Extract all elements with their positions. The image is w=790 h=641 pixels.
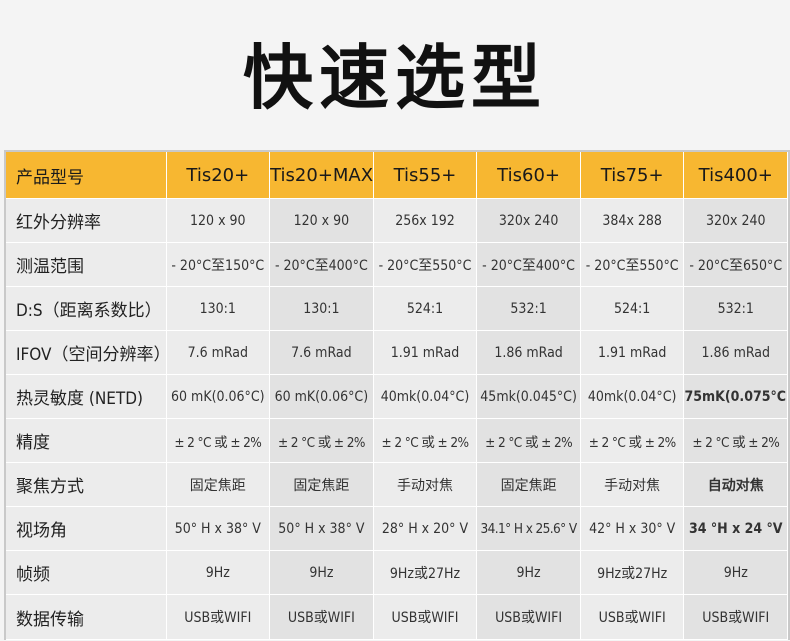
table-row: 红外分辨率 120 x 90 120 x 90 256x 192 320x 240 384…: [6, 198, 789, 243]
table-row: 帧频 9Hz 9Hz 9Hz或27Hz 9Hz 9Hz或27Hz 9Hz: [6, 550, 789, 595]
model-header-cell: Tis20+: [166, 152, 271, 199]
spec-value-cell: - 20°C至400°C: [269, 242, 374, 287]
page-title: 快速选型: [243, 37, 547, 119]
spec-value-cell: 320x 240: [683, 198, 789, 243]
spec-value-cell: 60 mK(0.06°C): [166, 374, 271, 419]
spec-value-cell: 1.86 mRad: [683, 330, 789, 375]
spec-value-cell: 7.6 mRad: [269, 330, 374, 375]
spec-value-cell: 130:1: [166, 286, 271, 331]
spec-value-cell: 532:1: [476, 286, 581, 331]
row-label-cell: IFOV（空间分辨率）: [6, 330, 167, 375]
row-label-cell: 帧频: [6, 550, 167, 595]
spec-value-cell: - 20°C至650°C: [683, 242, 789, 287]
table-header-row: 产品型号 Tis20+ Tis20+MAX Tis55+ Tis60+ Tis7…: [6, 152, 789, 199]
spec-value-cell: 524:1: [373, 286, 478, 331]
spec-value-cell: ± 2 °C 或 ± 2%: [683, 418, 789, 463]
spec-value-cell: 1.86 mRad: [476, 330, 581, 375]
spec-value-cell: 75mK(0.075°C): [683, 374, 789, 419]
spec-value-cell: - 20°C至550°C: [580, 242, 685, 287]
table-body: 红外分辨率 120 x 90 120 x 90 256x 192 320x 240 384…: [6, 198, 789, 640]
row-label-cell: 数据传输: [6, 594, 167, 640]
spec-value-cell: - 20°C至150°C: [166, 242, 271, 287]
spec-value-cell: 42° H x 30° V: [580, 506, 685, 551]
spec-value-cell: 7.6 mRad: [166, 330, 271, 375]
spec-value-cell: ± 2 °C 或 ± 2%: [373, 418, 478, 463]
model-header-cell: Tis60+: [476, 152, 581, 199]
table-row: 精度 ± 2 °C 或 ± 2% ± 2 °C 或 ± 2% ± 2 °C 或 ± 2…: [6, 418, 789, 463]
spec-value-cell: ± 2 °C 或 ± 2%: [476, 418, 581, 463]
spec-value-cell: 9Hz: [476, 550, 581, 595]
spec-value-cell: USB或WIFI: [373, 594, 478, 640]
spec-value-cell: ± 2 °C 或 ± 2%: [269, 418, 374, 463]
spec-value-cell: 524:1: [580, 286, 685, 331]
spec-value-cell: 50° H x 38° V: [166, 506, 271, 551]
spec-value-cell: 34.1° H x 25.6° V: [476, 506, 581, 551]
spec-value-cell: 60 mK(0.06°C): [269, 374, 374, 419]
model-selection-table-container: 产品型号 Tis20+ Tis20+MAX Tis55+ Tis60+ Tis7…: [4, 150, 790, 640]
spec-value-cell: 固定焦距: [476, 462, 581, 507]
spec-value-cell: 手动对焦: [373, 462, 478, 507]
model-header-cell: Tis55+: [373, 152, 478, 199]
table-row: 热灵敏度 (NETD) 60 mK(0.06°C) 60 mK(0.06°C) 40m…: [6, 374, 789, 419]
spec-value-cell: 1.91 mRad: [580, 330, 685, 375]
spec-value-cell: USB或WIFI: [166, 594, 271, 640]
spec-value-cell: 40mk(0.04°C): [373, 374, 478, 419]
row-label-cell: 聚焦方式: [6, 462, 167, 507]
spec-value-cell: 9Hz: [166, 550, 271, 595]
row-label-cell: 视场角: [6, 506, 167, 551]
row-label-cell: 红外分辨率: [6, 198, 167, 243]
spec-value-cell: 130:1: [269, 286, 374, 331]
spec-value-cell: 40mk(0.04°C): [580, 374, 685, 419]
row-label-cell: 精度: [6, 418, 167, 463]
model-header-cell: Tis75+: [580, 152, 685, 199]
spec-value-cell: - 20°C至400°C: [476, 242, 581, 287]
row-label-cell: 热灵敏度 (NETD): [6, 374, 167, 419]
spec-value-cell: 34 °H x 24 °V: [683, 506, 789, 551]
spec-value-cell: 384x 288: [580, 198, 685, 243]
row-label-cell: 测温范围: [6, 242, 167, 287]
spec-value-cell: USB或WIFI: [580, 594, 685, 640]
model-header-cell: Tis20+MAX: [269, 152, 374, 199]
spec-value-cell: - 20°C至550°C: [373, 242, 478, 287]
spec-value-cell: 固定焦距: [269, 462, 374, 507]
model-selection-table: 产品型号 Tis20+ Tis20+MAX Tis55+ Tis60+ Tis7…: [6, 152, 789, 640]
spec-value-cell: USB或WIFI: [269, 594, 374, 640]
table-row: IFOV（空间分辨率） 7.6 mRad 7.6 mRad 1.91 mRad 1.86…: [6, 330, 789, 375]
table-row: 测温范围 - 20°C至150°C - 20°C至400°C - 20°C至550°C…: [6, 242, 789, 287]
model-header-cell: Tis400+: [683, 152, 789, 199]
table-row: D:S（距离系数比） 130:1 130:1 524:1 532:1 524:1 532:1: [6, 286, 789, 331]
spec-value-cell: ± 2 °C 或 ± 2%: [166, 418, 271, 463]
spec-value-cell: 9Hz或27Hz: [373, 550, 478, 595]
spec-value-cell: 9Hz: [269, 550, 374, 595]
spec-value-cell: USB或WIFI: [476, 594, 581, 640]
spec-value-cell: 256x 192: [373, 198, 478, 243]
spec-value-cell: 1.91 mRad: [373, 330, 478, 375]
spec-value-cell: 120 x 90: [269, 198, 374, 243]
spec-value-cell: ± 2 °C 或 ± 2%: [580, 418, 685, 463]
spec-value-cell: 50° H x 38° V: [269, 506, 374, 551]
spec-value-cell: 45mk(0.045°C): [476, 374, 581, 419]
spec-value-cell: 9Hz: [683, 550, 789, 595]
row-label-cell: D:S（距离系数比）: [6, 286, 167, 331]
table-row: 聚焦方式 固定焦距 固定焦距 手动对焦 固定焦距 手动对焦 自动对焦: [6, 462, 789, 507]
spec-value-cell: 自动对焦: [683, 462, 789, 507]
header-label-cell: 产品型号: [6, 152, 167, 199]
spec-value-cell: 28° H x 20° V: [373, 506, 478, 551]
table-row: 数据传输 USB或WIFI USB或WIFI USB或WIFI USB或WIFI USB或…: [6, 594, 789, 640]
spec-value-cell: 手动对焦: [580, 462, 685, 507]
spec-value-cell: 532:1: [683, 286, 789, 331]
spec-value-cell: 120 x 90: [166, 198, 271, 243]
spec-value-cell: USB或WIFI: [683, 594, 789, 640]
table-row: 视场角 50° H x 38° V 50° H x 38° V 28° H x 20°…: [6, 506, 789, 551]
spec-value-cell: 固定焦距: [166, 462, 271, 507]
spec-value-cell: 320x 240: [476, 198, 581, 243]
spec-value-cell: 9Hz或27Hz: [580, 550, 685, 595]
